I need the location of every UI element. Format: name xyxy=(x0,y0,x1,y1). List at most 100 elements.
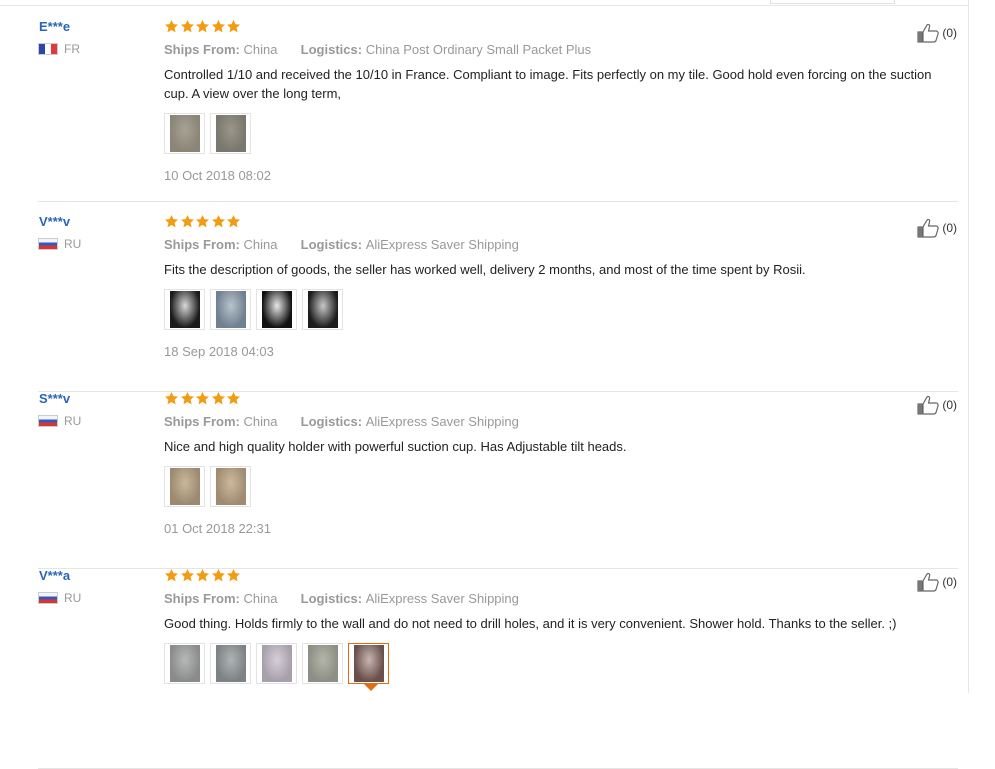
logistics-value: AliExpress Saver Shipping xyxy=(365,591,519,606)
review-photo-thumbnail[interactable] xyxy=(164,289,205,330)
star-icon xyxy=(195,391,210,406)
star-icon xyxy=(195,568,210,583)
country-code: RU xyxy=(64,414,82,428)
photo-image xyxy=(215,291,246,328)
helpful-button[interactable]: (0) xyxy=(917,572,957,592)
review-photo-thumbnail[interactable] xyxy=(164,466,205,507)
helpful-button[interactable]: (0) xyxy=(917,218,957,238)
rating-stars xyxy=(164,214,924,232)
photo-image xyxy=(169,468,200,505)
star-icon xyxy=(164,568,179,583)
review-photo-thumbnail[interactable] xyxy=(210,113,251,154)
review-body: Ships From: China Logistics: China Post … xyxy=(164,19,931,183)
logistics-label: Logistics: xyxy=(300,591,366,606)
review-photo-thumbnail[interactable] xyxy=(210,289,251,330)
shipping-info: Ships From: China Logistics: AliExpress … xyxy=(164,591,924,606)
photo-image xyxy=(307,645,338,682)
shipping-info: Ships From: China Logistics: China Post … xyxy=(164,42,924,57)
thumbs-up-icon xyxy=(917,572,942,592)
review-photo-thumbnail[interactable] xyxy=(302,643,343,684)
star-icon xyxy=(180,568,195,583)
ships-from-label: Ships From: xyxy=(164,42,244,57)
photo-image xyxy=(215,115,246,152)
rating-stars xyxy=(164,391,924,409)
review-item: S***v RU Ships From: China Logistics: Al… xyxy=(38,391,958,569)
star-icon xyxy=(180,214,195,229)
reviewer-name[interactable]: V***v xyxy=(39,214,70,229)
right-edge-divider xyxy=(968,0,969,693)
ships-from-label: Ships From: xyxy=(164,414,244,429)
reviewer-name[interactable]: V***a xyxy=(39,568,70,583)
logistics-value: China Post Ordinary Small Packet Plus xyxy=(365,42,592,57)
review-photo-thumbnail[interactable] xyxy=(256,289,297,330)
shipping-info: Ships From: China Logistics: AliExpress … xyxy=(164,414,924,429)
photo-image xyxy=(169,645,200,682)
review-photos xyxy=(164,643,924,691)
review-text: Controlled 1/10 and received the 10/10 i… xyxy=(164,67,932,101)
country-flag-icon xyxy=(38,415,58,427)
star-icon xyxy=(164,214,179,229)
review-text: Good thing. Holds firmly to the wall and… xyxy=(164,616,897,631)
review-photo-thumbnail[interactable] xyxy=(164,113,205,154)
logistics-value: AliExpress Saver Shipping xyxy=(365,414,519,429)
star-icon xyxy=(211,214,226,229)
star-icon xyxy=(211,19,226,34)
top-tab-edge xyxy=(770,0,895,4)
helpful-count: (0) xyxy=(942,221,957,235)
review-item: V***a RU Ships From: China Logistics: Al… xyxy=(38,568,958,769)
review-item: V***v RU Ships From: China Logistics: Al… xyxy=(38,214,958,392)
reviewer-name[interactable]: S***v xyxy=(39,391,70,406)
country-code: FR xyxy=(64,42,80,56)
helpful-button[interactable]: (0) xyxy=(917,395,957,415)
star-icon xyxy=(211,391,226,406)
star-icon xyxy=(180,19,195,34)
star-icon xyxy=(211,568,226,583)
star-icon xyxy=(226,214,241,229)
ships-from-value: China xyxy=(243,591,278,606)
review-item: E***e FR Ships From: China Logistics: Ch… xyxy=(38,19,958,202)
reviewer-country: RU xyxy=(38,237,81,251)
country-code: RU xyxy=(64,237,82,251)
country-flag-icon xyxy=(38,43,58,55)
country-code: RU xyxy=(64,591,82,605)
country-flag-icon xyxy=(38,592,58,604)
helpful-count: (0) xyxy=(942,575,957,589)
star-icon xyxy=(195,214,210,229)
review-date: 18 Sep 2018 04:03 xyxy=(164,344,274,359)
star-icon xyxy=(226,19,241,34)
rating-stars xyxy=(164,568,924,586)
review-photo-thumbnail[interactable] xyxy=(302,289,343,330)
review-body: Ships From: China Logistics: AliExpress … xyxy=(164,391,924,536)
country-flag-icon xyxy=(38,238,58,250)
thumbs-up-icon xyxy=(917,395,942,415)
logistics-value: AliExpress Saver Shipping xyxy=(365,237,519,252)
ships-from-value: China xyxy=(243,42,278,57)
review-photos xyxy=(164,289,924,330)
photo-image xyxy=(215,645,246,682)
review-photos xyxy=(164,466,924,507)
reviewer-country: FR xyxy=(38,42,80,56)
top-divider xyxy=(0,5,968,6)
review-photo-thumbnail[interactable] xyxy=(348,643,389,691)
star-icon xyxy=(164,391,179,406)
review-photo-thumbnail[interactable] xyxy=(256,643,297,684)
photo-image xyxy=(261,645,292,682)
rating-stars xyxy=(164,19,924,37)
star-icon xyxy=(180,391,195,406)
logistics-label: Logistics: xyxy=(300,42,366,57)
review-date: 10 Oct 2018 08:02 xyxy=(164,168,271,183)
reviewer-country: RU xyxy=(38,414,81,428)
photo-image xyxy=(215,468,246,505)
review-photo-thumbnail[interactable] xyxy=(164,643,205,684)
review-photo-thumbnail[interactable] xyxy=(210,643,251,684)
reviewer-name[interactable]: E***e xyxy=(39,19,70,34)
star-icon xyxy=(226,391,241,406)
photo-image xyxy=(353,645,384,682)
logistics-label: Logistics: xyxy=(300,414,366,429)
photo-image xyxy=(169,115,200,152)
helpful-button[interactable]: (0) xyxy=(917,23,957,43)
star-icon xyxy=(226,568,241,583)
ships-from-label: Ships From: xyxy=(164,591,244,606)
review-photo-thumbnail[interactable] xyxy=(210,466,251,507)
review-body: Ships From: China Logistics: AliExpress … xyxy=(164,568,924,698)
